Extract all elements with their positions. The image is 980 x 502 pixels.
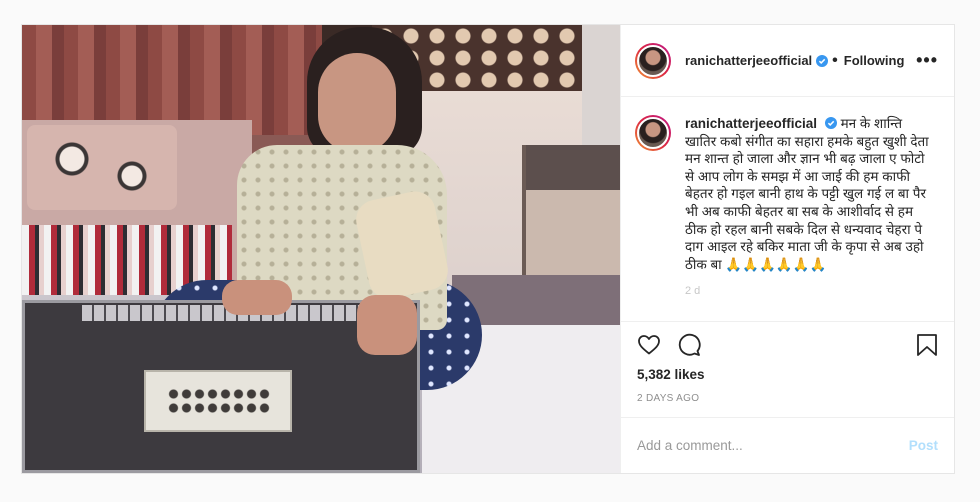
comments-area: ranichatterjeeofficial मन के शान्ति खाति… (621, 97, 954, 321)
photo-curtain (22, 25, 322, 135)
avatar-image (637, 117, 669, 149)
caption-username[interactable]: ranichatterjeeofficial (685, 116, 817, 131)
photo-harmonium-holes (167, 387, 272, 417)
more-horizontal-icon[interactable]: ••• (916, 50, 938, 71)
add-comment-bar: Post (621, 417, 954, 473)
following-button[interactable]: Following (844, 53, 905, 68)
post-photo[interactable] (22, 25, 620, 473)
post-caption: ranichatterjeeofficial मन के शान्ति खाति… (685, 115, 933, 301)
instagram-post: ranichatterjeeofficial • Following ••• r… (21, 24, 955, 474)
photo-cushion (27, 125, 177, 210)
post-comment-button[interactable]: Post (909, 438, 938, 453)
likes-count[interactable]: 5,382 likes (621, 367, 954, 387)
avatar-image (637, 44, 669, 77)
post-header: ranichatterjeeofficial • Following ••• (621, 25, 954, 97)
add-comment-input[interactable] (637, 438, 909, 453)
photo-hand-left (222, 280, 292, 315)
caption-timestamp: 2 d (685, 285, 701, 298)
comment-icon (678, 333, 701, 356)
verified-badge-icon (824, 117, 837, 129)
action-bar (621, 321, 954, 367)
header-separator: • (832, 51, 838, 69)
like-button[interactable] (637, 333, 661, 357)
caption-text: मन के शान्ति खातिर कबो संगीत का सहारा हम… (685, 116, 929, 272)
comment-button[interactable] (677, 333, 701, 357)
header-username[interactable]: ranichatterjeeofficial (685, 53, 812, 68)
heart-icon (638, 334, 660, 354)
bookmark-icon (917, 333, 937, 356)
photo-cabinet-top (526, 145, 620, 190)
verified-badge-icon (816, 54, 829, 67)
photo-face (318, 53, 396, 153)
avatar[interactable] (635, 42, 671, 79)
save-button[interactable] (916, 333, 938, 357)
post-date[interactable]: 2 DAYS AGO (621, 387, 954, 417)
post-side-panel: ranichatterjeeofficial • Following ••• r… (620, 25, 954, 473)
caption-avatar[interactable] (635, 115, 671, 151)
photo-hand-right (357, 295, 417, 355)
